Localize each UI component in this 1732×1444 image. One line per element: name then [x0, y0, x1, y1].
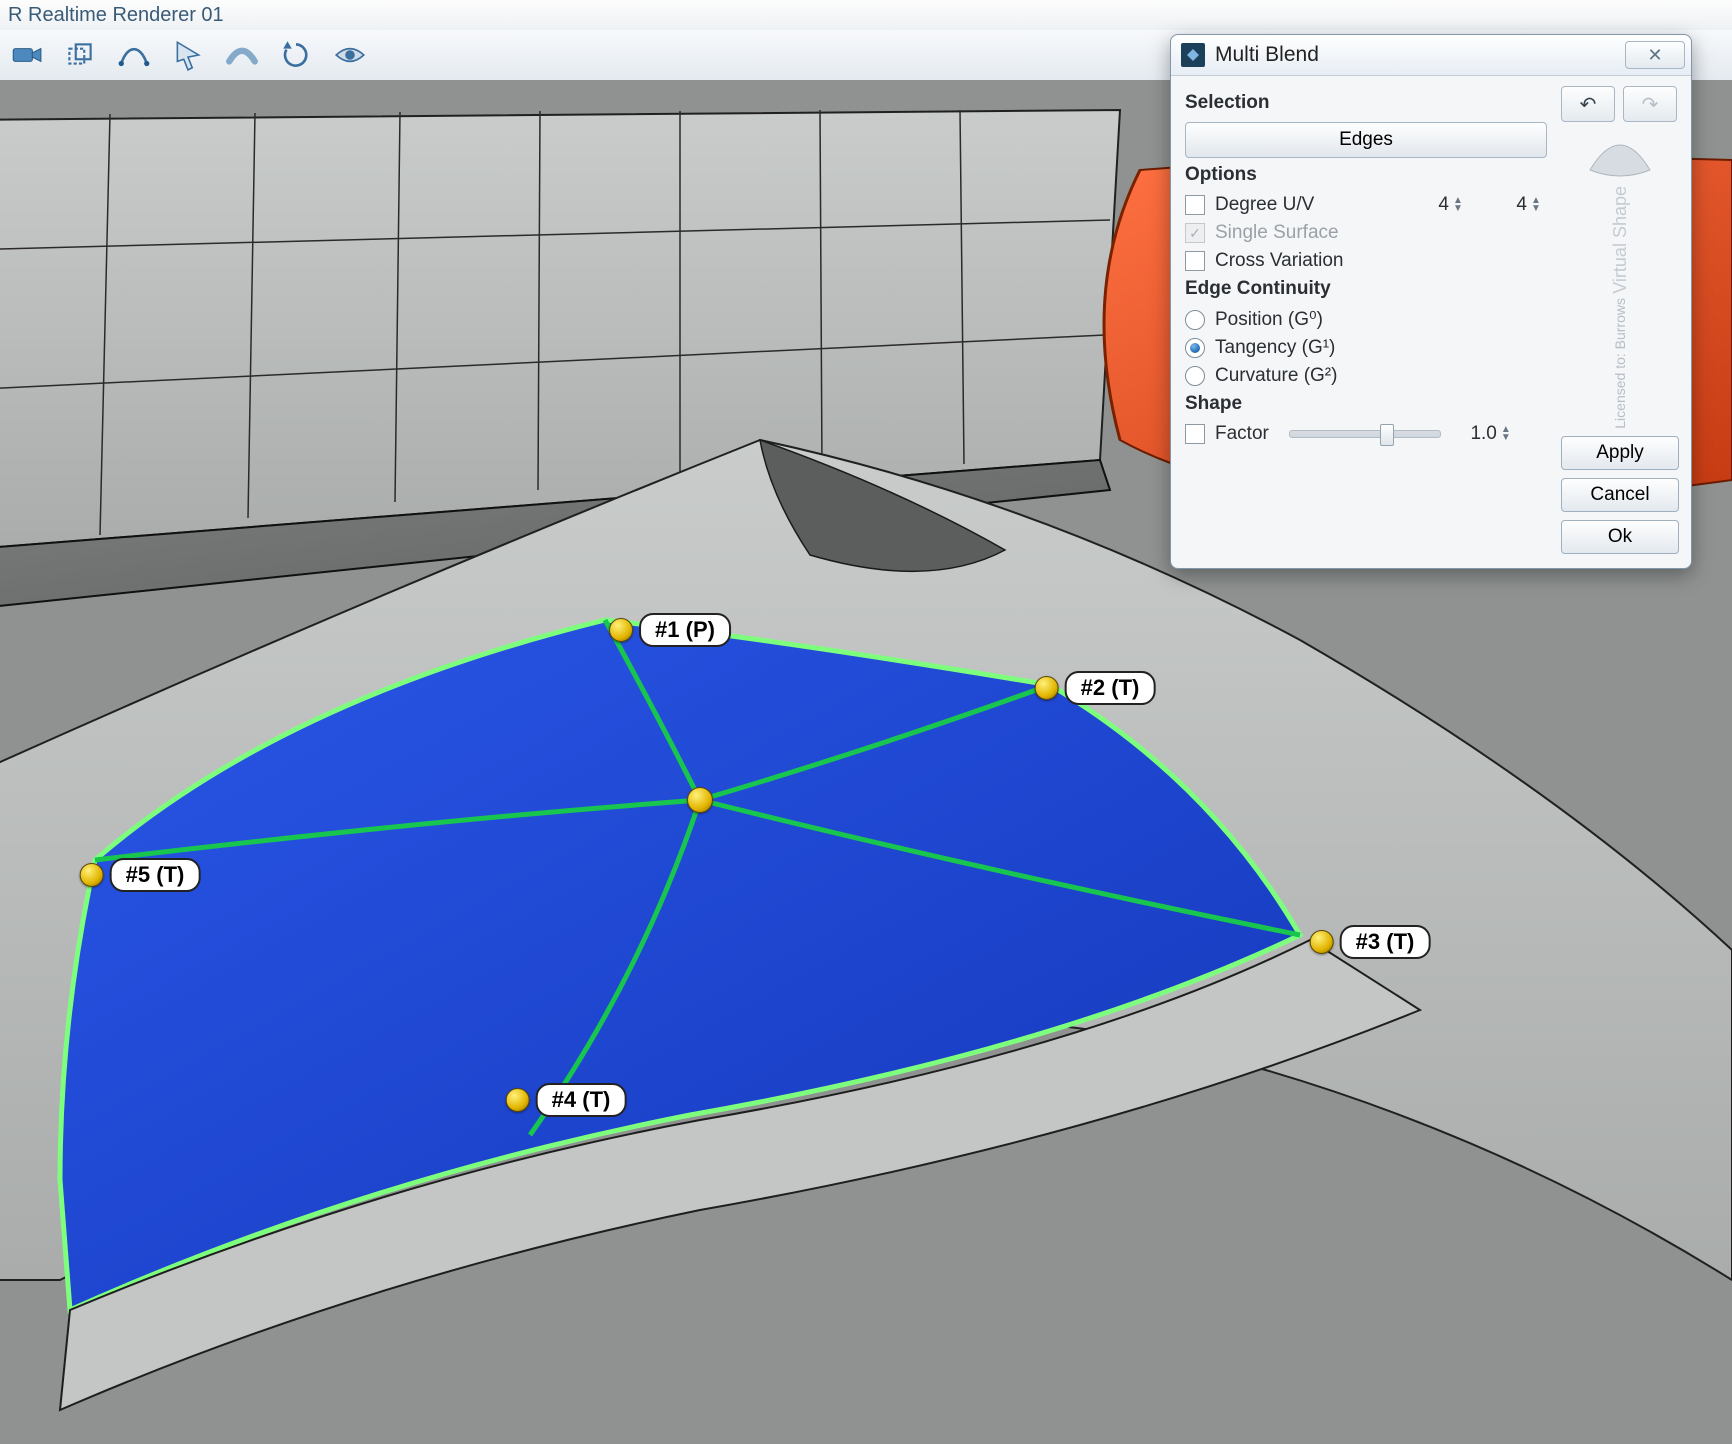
app-icon	[1181, 43, 1205, 67]
brand-name: Virtual Shape	[1610, 186, 1631, 294]
factor-checkbox[interactable]	[1185, 424, 1205, 444]
selection-heading: Selection	[1185, 92, 1547, 114]
rotate-icon	[279, 38, 313, 72]
continuity-g2-radio[interactable]	[1185, 366, 1205, 386]
edge-dot-icon	[609, 618, 633, 642]
degree-u-value: 4	[1425, 194, 1449, 216]
eye-icon	[333, 38, 367, 72]
dialog-close-button[interactable]: ✕	[1625, 41, 1685, 69]
edge-tag-label: #1 (P)	[639, 613, 731, 647]
close-icon: ✕	[1647, 45, 1662, 66]
edge-dot-icon	[80, 863, 104, 887]
redo-icon: ↷	[1642, 92, 1659, 117]
box-icon	[63, 38, 97, 72]
dialog-right: ↶ ↷ Virtual Shape Licensed to: Burrows A…	[1561, 86, 1679, 554]
spinner-arrows-icon: ▲▼	[1531, 197, 1547, 213]
edge-dot-icon	[1035, 676, 1059, 700]
factor-value: 1.0	[1461, 423, 1497, 445]
center-node[interactable]	[687, 787, 713, 813]
tool-pick-button[interactable]	[166, 33, 210, 77]
brand-license: Licensed to: Burrows	[1612, 298, 1628, 429]
spinner-arrows-icon: ▲▼	[1501, 426, 1517, 442]
camera-icon	[9, 38, 43, 72]
tool-box-button[interactable]	[58, 33, 102, 77]
degree-u-spinner[interactable]: 4 ▲▼	[1425, 194, 1469, 216]
tool-rotate-button[interactable]	[274, 33, 318, 77]
continuity-g0-label: Position (G⁰)	[1215, 308, 1323, 331]
degree-v-value: 4	[1503, 194, 1527, 216]
edge-tag-1[interactable]: #1 (P)	[609, 613, 731, 647]
option-single-surface-row: ✓ Single Surface	[1185, 222, 1547, 244]
spinner-arrows-icon: ▲▼	[1453, 197, 1469, 213]
dialog-body: Selection Edges Options Degree U/V 4 ▲▼ …	[1171, 76, 1691, 568]
cross-variation-checkbox[interactable]	[1185, 251, 1205, 271]
sweep-icon	[225, 38, 259, 72]
edge-tag-label: #2 (T)	[1065, 671, 1156, 705]
option-degree-row: Degree U/V 4 ▲▼ 4 ▲▼	[1185, 194, 1547, 216]
cross-variation-label: Cross Variation	[1215, 250, 1343, 272]
tool-camera-button[interactable]	[4, 33, 48, 77]
edges-button[interactable]: Edges	[1185, 122, 1547, 158]
continuity-g1-label: Tangency (G¹)	[1215, 337, 1335, 359]
edge-tag-label: #4 (T)	[536, 1083, 627, 1117]
window-title: R Realtime Renderer 01	[8, 4, 224, 27]
undo-icon: ↶	[1580, 92, 1597, 117]
factor-slider[interactable]	[1289, 430, 1441, 438]
apply-button[interactable]: Apply	[1561, 436, 1679, 470]
edge-tag-4[interactable]: #4 (T)	[506, 1083, 627, 1117]
edge-tag-label: #5 (T)	[110, 858, 201, 892]
redo-button[interactable]: ↷	[1623, 86, 1677, 122]
shape-heading: Shape	[1185, 393, 1547, 415]
continuity-heading: Edge Continuity	[1185, 278, 1547, 300]
edge-tag-5[interactable]: #5 (T)	[80, 858, 201, 892]
tool-eye-button[interactable]	[328, 33, 372, 77]
continuity-g0-row[interactable]: Position (G⁰)	[1185, 308, 1547, 331]
continuity-g2-row[interactable]: Curvature (G²)	[1185, 365, 1547, 387]
degree-checkbox[interactable]	[1185, 195, 1205, 215]
single-surface-checkbox: ✓	[1185, 223, 1205, 243]
brand-logo: Virtual Shape Licensed to: Burrows	[1561, 130, 1679, 428]
shape-factor-row: Factor 1.0 ▲▼	[1185, 423, 1547, 445]
tool-sweep-button[interactable]	[220, 33, 264, 77]
edge-tag-3[interactable]: #3 (T)	[1310, 925, 1431, 959]
undo-button[interactable]: ↶	[1561, 86, 1615, 122]
slider-thumb[interactable]	[1380, 424, 1394, 446]
continuity-g1-row[interactable]: Tangency (G¹)	[1185, 337, 1547, 359]
edge-tag-2[interactable]: #2 (T)	[1035, 671, 1156, 705]
dialog-title: Multi Blend	[1215, 43, 1625, 67]
options-heading: Options	[1185, 164, 1547, 186]
edge-tag-label: #3 (T)	[1340, 925, 1431, 959]
curve-icon	[117, 38, 151, 72]
dialog-left: Selection Edges Options Degree U/V 4 ▲▼ …	[1185, 86, 1547, 554]
brand-shape-icon	[1585, 130, 1655, 180]
factor-label: Factor	[1215, 423, 1269, 445]
window-titlebar: R Realtime Renderer 01	[0, 0, 1732, 31]
single-surface-label: Single Surface	[1215, 222, 1339, 244]
edge-dot-icon	[506, 1088, 530, 1112]
edge-dot-icon	[1310, 930, 1334, 954]
continuity-g2-label: Curvature (G²)	[1215, 365, 1337, 387]
pick-icon	[171, 38, 205, 72]
multiblend-dialog: Multi Blend ✕ Selection Edges Options De…	[1170, 34, 1692, 569]
continuity-g0-radio[interactable]	[1185, 310, 1205, 330]
tool-curve-button[interactable]	[112, 33, 156, 77]
option-cross-variation-row: Cross Variation	[1185, 250, 1547, 272]
factor-spinner[interactable]: 1.0 ▲▼	[1461, 423, 1517, 445]
continuity-g1-radio[interactable]	[1185, 338, 1205, 358]
degree-label: Degree U/V	[1215, 194, 1415, 216]
cancel-button[interactable]: Cancel	[1561, 478, 1679, 512]
ok-button[interactable]: Ok	[1561, 520, 1679, 554]
dialog-titlebar[interactable]: Multi Blend ✕	[1171, 35, 1691, 76]
degree-v-spinner[interactable]: 4 ▲▼	[1503, 194, 1547, 216]
